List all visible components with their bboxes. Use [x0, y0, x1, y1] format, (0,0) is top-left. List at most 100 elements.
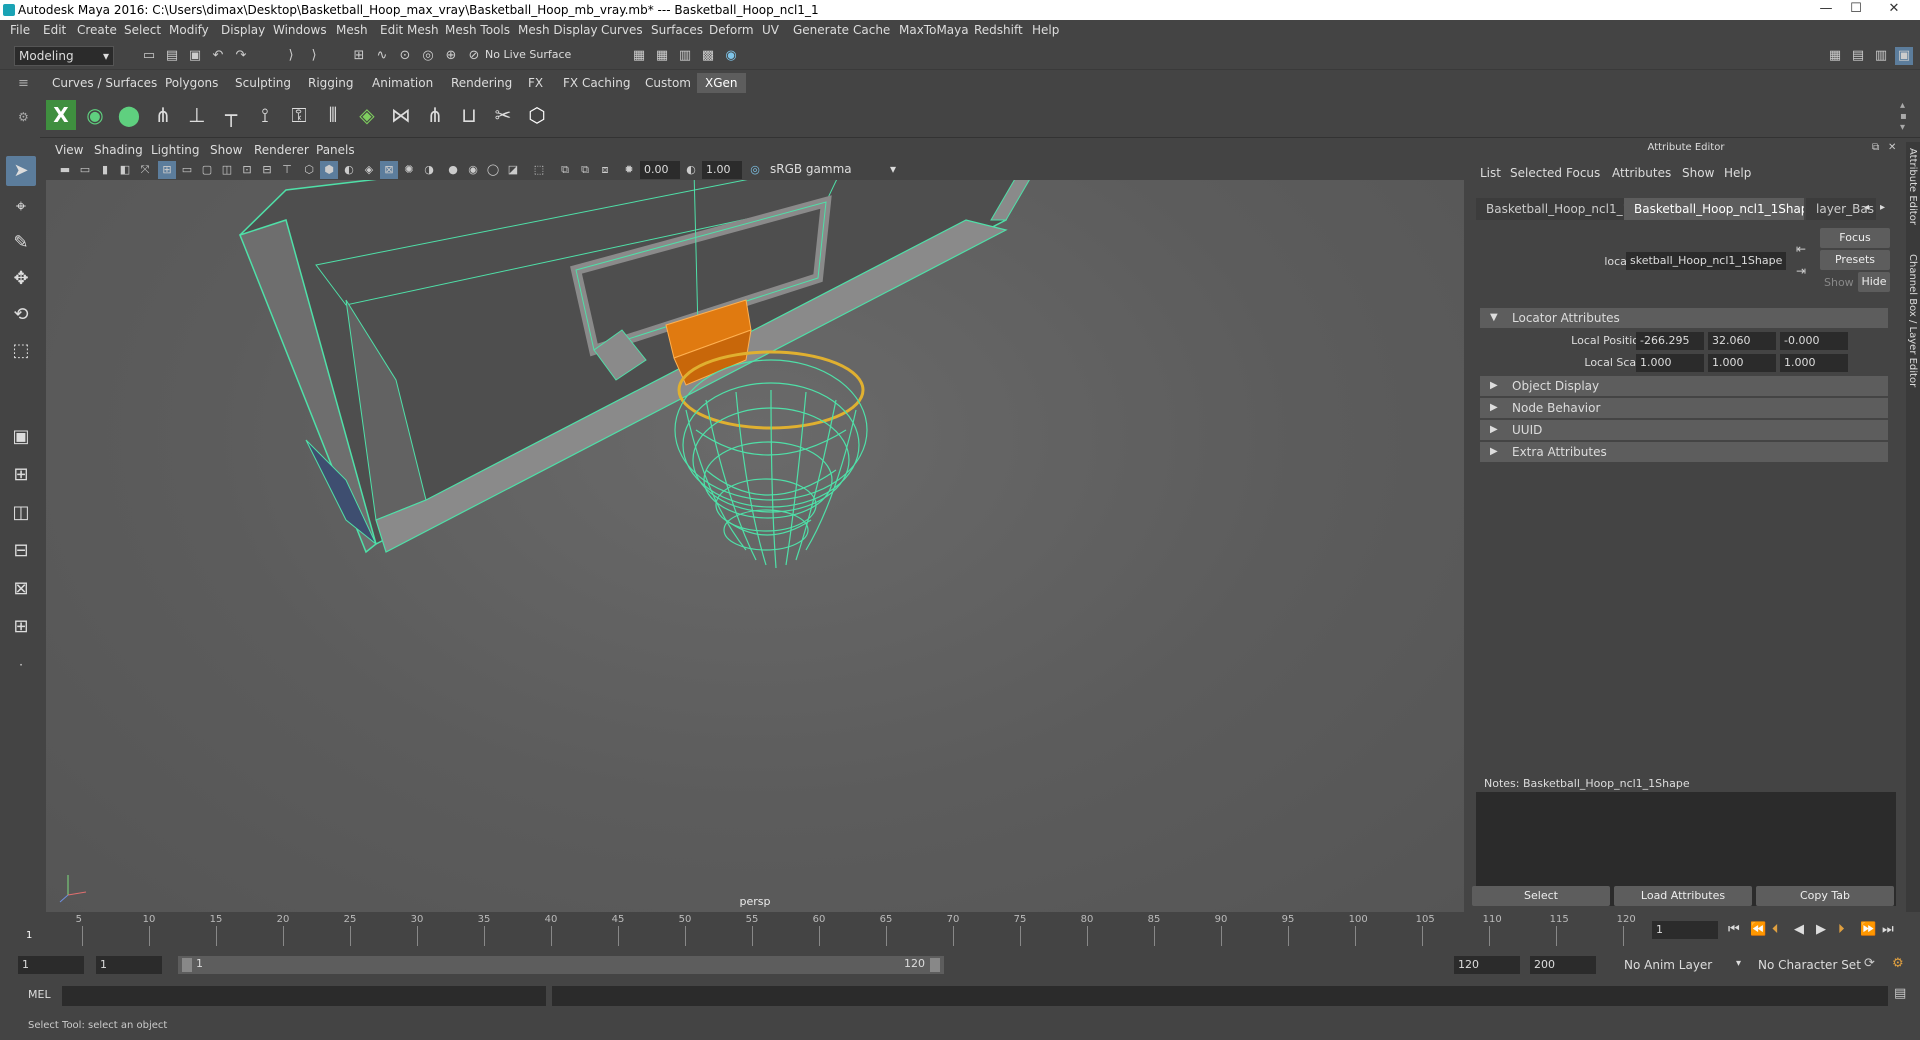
shade-wire-icon[interactable]: ◐ — [340, 161, 358, 179]
shelf-tab-fx[interactable]: FX — [520, 73, 551, 93]
textures-icon[interactable]: ◈ — [360, 161, 378, 179]
menu-mesh-display[interactable]: Mesh Display — [518, 23, 598, 37]
hypershade-icon[interactable]: ◉ — [722, 47, 740, 65]
gate-mask-icon[interactable]: ◫ — [218, 161, 236, 179]
menu-redshift[interactable]: Redshift — [974, 23, 1023, 37]
close-panel-icon[interactable]: ✕ — [1888, 142, 1896, 153]
single-perspective-layout-icon[interactable]: ▣ — [6, 422, 36, 452]
paint-select-tool-icon[interactable]: ✎ — [6, 228, 36, 258]
xgen-place-guides-icon[interactable]: ⋔ — [148, 100, 178, 130]
shelf-tab-polygons[interactable]: Polygons — [157, 73, 226, 93]
redo-icon[interactable]: ↷ — [232, 47, 250, 65]
menu-mesh[interactable]: Mesh — [336, 23, 368, 37]
two-view-layout-icon[interactable]: ◫ — [6, 498, 36, 528]
wireframe-on-shaded-icon[interactable]: ⊠ — [380, 161, 398, 179]
locator-name-field[interactable]: sketball_Hoop_ncl1_1Shape — [1626, 252, 1786, 270]
shelf-settings-icon[interactable]: ⚙ — [18, 110, 29, 124]
load-attributes-button[interactable]: Load Attributes — [1614, 886, 1752, 906]
two-d-pan-zoom-icon[interactable]: ⤧ — [136, 161, 154, 179]
menu-maxtomaya[interactable]: MaxToMaya — [899, 23, 969, 37]
outliner-layout-icon[interactable]: ⊠ — [6, 574, 36, 604]
wireframe-icon[interactable]: ⬡ — [300, 161, 318, 179]
shelf-tab-sculpting[interactable]: Sculpting — [227, 73, 299, 93]
tab-scroll-left-icon[interactable]: ◂ — [1864, 202, 1869, 213]
shelf-tab-rendering[interactable]: Rendering — [443, 73, 520, 93]
ipr-render-icon[interactable]: ▥ — [676, 47, 694, 65]
menu-deform[interactable]: Deform — [709, 23, 754, 37]
exposure-icon[interactable]: ✹ — [620, 161, 638, 179]
hide-button[interactable]: Hide — [1858, 272, 1890, 292]
animation-end-field[interactable]: 200 — [1530, 956, 1596, 974]
select-button[interactable]: Select — [1472, 886, 1610, 906]
go-to-output-icon[interactable]: ⇥ — [1796, 264, 1806, 278]
anti-aliasing-icon[interactable]: ◯ — [484, 161, 502, 179]
safe-title-icon[interactable]: ⊤ — [278, 161, 296, 179]
undo-icon[interactable]: ↶ — [209, 47, 227, 65]
shelf-tab-rigging[interactable]: Rigging — [300, 73, 361, 93]
shelf-tab-xgen[interactable]: XGen — [697, 73, 746, 93]
section-node-behavior[interactable]: ▶ Node Behavior — [1480, 398, 1888, 418]
side-tab-channel-box[interactable]: Channel Box / Layer Editor — [1907, 254, 1918, 387]
toggle-attribute-editor-icon[interactable]: ▥ — [1872, 47, 1890, 65]
xgen-preview-icon[interactable]: ⬡ — [522, 100, 552, 130]
local-position-x-field[interactable]: -266.295 — [1636, 332, 1704, 350]
xray-joints-icon[interactable]: ⧉ — [576, 161, 594, 179]
panel-menu-shading[interactable]: Shading — [94, 143, 143, 157]
shelf-tab-custom[interactable]: Custom — [637, 73, 699, 93]
panel-menu-view[interactable]: View — [55, 143, 83, 157]
gamma-field[interactable]: 1.00 — [702, 161, 742, 179]
go-to-end-icon[interactable]: ⏭ — [1882, 922, 1894, 937]
play-backwards-icon[interactable]: ◀ — [1794, 922, 1804, 937]
xgen-sculpt-guide-icon[interactable]: ⟟ — [250, 100, 280, 130]
range-bar[interactable]: 1 120 — [178, 956, 944, 974]
xgen-guide-bend-icon[interactable]: ⋈ — [386, 100, 416, 130]
gamma-icon[interactable]: ◐ — [682, 161, 700, 179]
local-scale-z-field[interactable]: 1.000 — [1780, 354, 1848, 372]
lights-icon[interactable]: ✺ — [400, 161, 418, 179]
animation-start-field[interactable]: 1 — [18, 956, 84, 974]
tab-scroll-right-icon[interactable]: ▸ — [1880, 202, 1885, 213]
xgen-guide-comb-icon[interactable]: ⋔ — [420, 100, 450, 130]
shelf-scroll-icon[interactable]: ▴ ▪ ▾ — [1900, 100, 1907, 133]
shelf-tab-animation[interactable]: Animation — [364, 73, 441, 93]
snap-curve-icon[interactable]: ∿ — [373, 47, 391, 65]
xgen-move-guide-icon[interactable]: ┬ — [216, 100, 246, 130]
snap-surface-icon[interactable]: ⊕ — [442, 47, 460, 65]
depth-of-field-icon[interactable]: ◪ — [504, 161, 522, 179]
ae-menu-attributes[interactable]: Attributes — [1612, 166, 1671, 180]
resolution-gate-icon[interactable]: ▢ — [198, 161, 216, 179]
auto-key-icon[interactable]: ⟳ — [1864, 956, 1875, 971]
workspace-icon[interactable]: ▦ — [1826, 47, 1844, 65]
menu-file[interactable]: File — [10, 23, 30, 37]
xgen-create-description-icon[interactable]: ◉ — [80, 100, 110, 130]
color-management-icon[interactable]: ◎ — [746, 161, 764, 179]
step-forward-frame-icon[interactable]: ⏵ — [1838, 922, 1845, 937]
command-input[interactable] — [62, 986, 546, 1006]
step-forward-key-icon[interactable]: ⏩ — [1860, 922, 1876, 937]
ae-menu-help[interactable]: Help — [1724, 166, 1751, 180]
menu-cache[interactable]: Cache — [853, 23, 890, 37]
toggle-modeling-toolkit-icon[interactable]: ▤ — [1849, 47, 1867, 65]
render-settings-icon[interactable]: ▩ — [699, 47, 717, 65]
panel-menu-lighting[interactable]: Lighting — [151, 143, 200, 157]
go-to-start-icon[interactable]: ⏮ — [1728, 922, 1740, 937]
xgen-primitives-icon[interactable]: ⬤ — [114, 100, 144, 130]
section-uuid[interactable]: ▶ UUID — [1480, 420, 1888, 440]
menu-select[interactable]: Select — [124, 23, 161, 37]
xgen-guide-rebuild-icon[interactable]: ⫴ — [318, 100, 348, 130]
select-tool-icon[interactable]: ➤ — [6, 156, 36, 186]
ae-menu-selected[interactable]: Selected — [1510, 166, 1562, 180]
menu-create[interactable]: Create — [77, 23, 117, 37]
anim-layer-dropdown[interactable]: No Anim Layer — [1620, 956, 1740, 976]
persp-graph-layout-icon[interactable]: ⊟ — [6, 536, 36, 566]
panel-menu-show[interactable]: Show — [210, 143, 242, 157]
section-object-display[interactable]: ▶ Object Display — [1480, 376, 1888, 396]
ae-tab-transform[interactable]: Basketball_Hoop_ncl1_1 — [1476, 198, 1626, 220]
panel-menu-renderer[interactable]: Renderer — [254, 143, 309, 157]
film-gate-icon[interactable]: ▭ — [178, 161, 196, 179]
camera-attributes-icon[interactable]: ▭ — [76, 161, 94, 179]
minimize-button[interactable]: — — [1812, 0, 1840, 18]
presets-button[interactable]: Presets — [1820, 250, 1890, 270]
panel-menu-panels[interactable]: Panels — [316, 143, 355, 157]
range-end-handle[interactable] — [930, 958, 940, 972]
